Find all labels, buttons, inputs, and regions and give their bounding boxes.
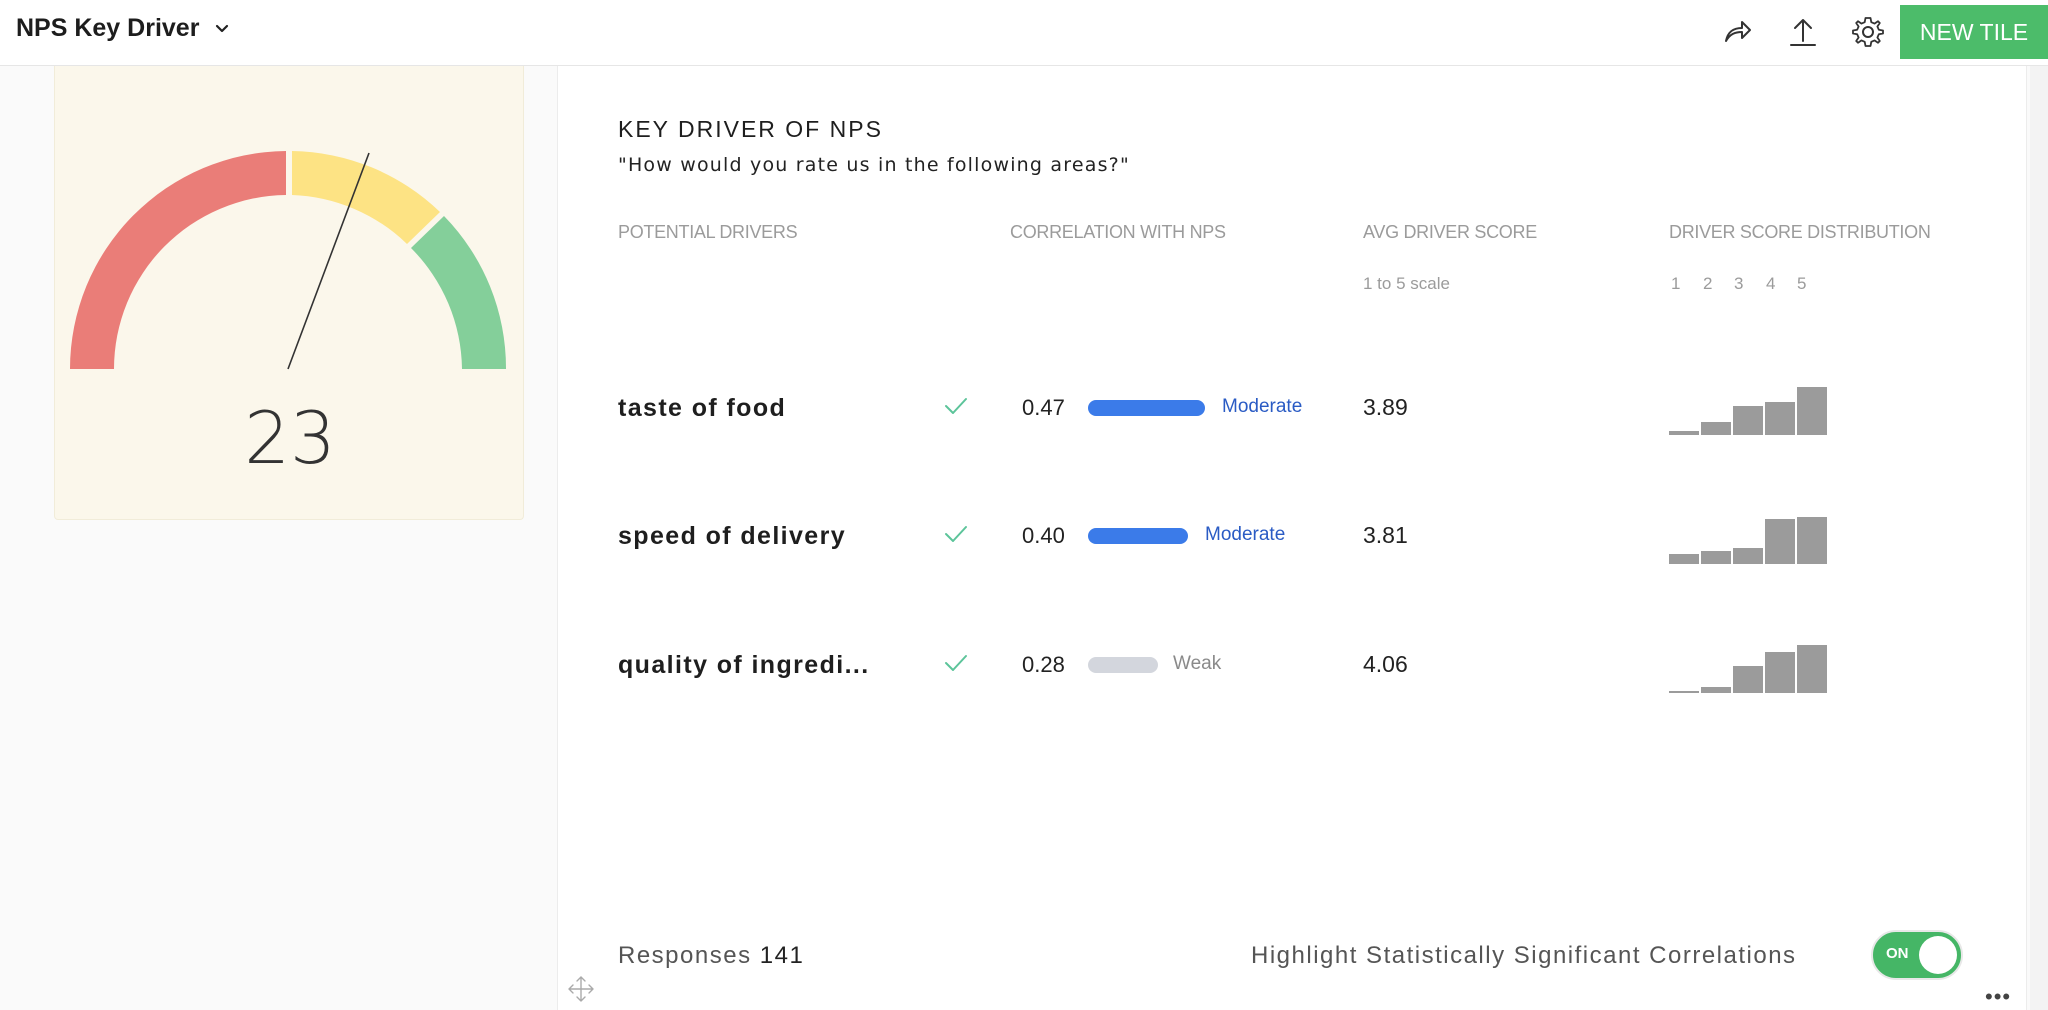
correlation-value: 0.47 bbox=[1022, 395, 1065, 420]
share-icon[interactable] bbox=[1717, 12, 1757, 52]
distribution-bar bbox=[1733, 406, 1763, 435]
top-bar: NPS Key Driver NEW TILE bbox=[0, 0, 2048, 66]
left-panel: 23 bbox=[0, 66, 557, 1010]
distribution-bar bbox=[1797, 645, 1827, 693]
correlation-bar bbox=[1088, 528, 1188, 544]
correlation-value: 0.28 bbox=[1022, 652, 1065, 677]
correlation-bar bbox=[1088, 400, 1205, 416]
score-distribution-chart bbox=[1669, 383, 1831, 435]
distribution-bar bbox=[1765, 652, 1795, 693]
toggle-on-label: ON bbox=[1886, 945, 1909, 962]
column-header-drivers: POTENTIAL DRIVERS bbox=[618, 222, 798, 242]
scrollbar[interactable] bbox=[2030, 66, 2048, 1010]
distribution-bar bbox=[1701, 422, 1731, 435]
checkmark-icon bbox=[945, 655, 967, 671]
avg-score-scale: 1 to 5 scale bbox=[1363, 274, 1450, 293]
score-distribution-chart bbox=[1669, 641, 1831, 693]
distribution-bar bbox=[1733, 666, 1763, 693]
score-distribution-chart bbox=[1669, 512, 1831, 564]
gauge-segment-detractor bbox=[70, 151, 286, 369]
correlation-strength: Moderate bbox=[1205, 524, 1286, 545]
chevron-down-icon bbox=[216, 24, 229, 32]
avg-driver-score: 3.89 bbox=[1363, 394, 1408, 420]
distribution-scale-4: 4 bbox=[1766, 274, 1776, 293]
driver-row-label: quality of ingredi... bbox=[618, 651, 870, 679]
correlation-strength: Moderate bbox=[1222, 396, 1303, 417]
column-header-distribution: DRIVER SCORE DISTRIBUTION bbox=[1669, 222, 1931, 242]
highlight-significant-toggle[interactable]: ON bbox=[1871, 930, 1963, 980]
highlight-toggle-label: Highlight Statistically Significant Corr… bbox=[1251, 942, 1797, 969]
driver-row-label: taste of food bbox=[618, 394, 787, 422]
nps-score-value: 23 bbox=[244, 396, 336, 480]
responses-count: 141 bbox=[759, 942, 805, 969]
distribution-bar bbox=[1797, 517, 1827, 564]
gear-icon[interactable] bbox=[1848, 12, 1888, 52]
distribution-scale-5: 5 bbox=[1797, 274, 1807, 293]
correlation-value: 0.40 bbox=[1022, 523, 1065, 548]
more-options-icon[interactable]: ••• bbox=[1985, 984, 2011, 1010]
distribution-bar bbox=[1701, 551, 1731, 564]
checkmark-icon bbox=[945, 398, 967, 414]
distribution-scale-2: 2 bbox=[1703, 274, 1713, 293]
move-icon[interactable] bbox=[566, 974, 596, 1004]
avg-driver-score: 4.06 bbox=[1363, 651, 1408, 677]
correlation-bar bbox=[1088, 657, 1158, 673]
new-tile-button[interactable]: NEW TILE bbox=[1900, 5, 2048, 59]
gauge-segment-promoter bbox=[411, 216, 507, 369]
distribution-bar bbox=[1765, 402, 1795, 435]
nps-gauge-tile[interactable]: 23 bbox=[54, 66, 524, 520]
column-header-correlation: CORRELATION WITH NPS bbox=[1010, 222, 1226, 242]
responses-summary: Responses 141 bbox=[618, 942, 804, 970]
avg-driver-score: 3.81 bbox=[1363, 522, 1408, 548]
distribution-bar bbox=[1669, 554, 1699, 564]
correlation-strength: Weak bbox=[1173, 653, 1222, 674]
column-header-avg-score: AVG DRIVER SCORE bbox=[1363, 222, 1537, 242]
distribution-bar bbox=[1669, 431, 1699, 435]
distribution-scale-3: 3 bbox=[1734, 274, 1744, 293]
toggle-knob bbox=[1919, 936, 1957, 974]
nps-gauge bbox=[70, 151, 507, 370]
checkmark-icon bbox=[945, 526, 967, 542]
gauge-segment-passive bbox=[292, 151, 440, 244]
dashboard-title-dropdown[interactable]: NPS Key Driver bbox=[16, 14, 233, 43]
panel-subtitle: "How would you rate us in the following … bbox=[618, 154, 1130, 176]
distribution-bar bbox=[1669, 691, 1699, 693]
driver-row-label: speed of delivery bbox=[618, 522, 847, 550]
distribution-bar bbox=[1797, 387, 1827, 435]
distribution-scale-1: 1 bbox=[1671, 274, 1681, 293]
distribution-bar bbox=[1733, 548, 1763, 564]
upload-icon[interactable] bbox=[1783, 12, 1823, 52]
responses-label: Responses bbox=[618, 942, 752, 969]
dashboard-title: NPS Key Driver bbox=[16, 14, 200, 42]
key-driver-panel: KEY DRIVER OF NPS "How would you rate us… bbox=[557, 66, 2027, 1010]
distribution-bar bbox=[1701, 687, 1731, 693]
panel-title: KEY DRIVER OF NPS bbox=[618, 116, 883, 142]
distribution-bar bbox=[1765, 519, 1795, 564]
